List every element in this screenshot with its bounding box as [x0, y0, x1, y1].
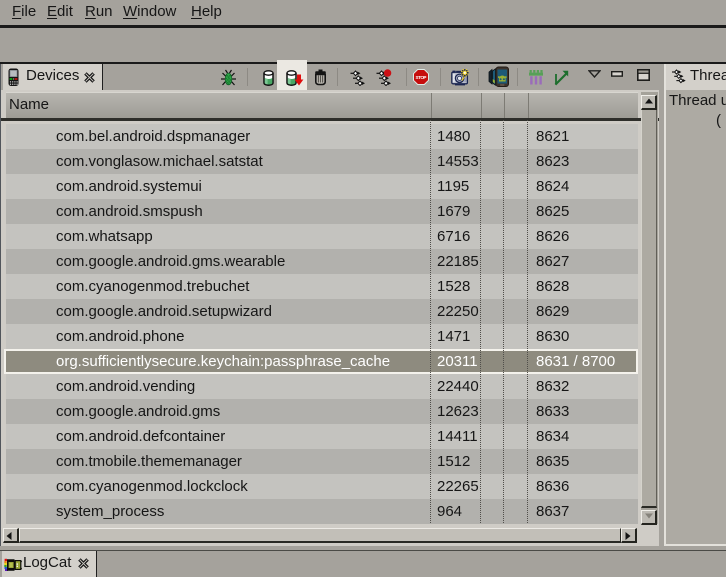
svg-text:STOP: STOP [416, 75, 427, 80]
